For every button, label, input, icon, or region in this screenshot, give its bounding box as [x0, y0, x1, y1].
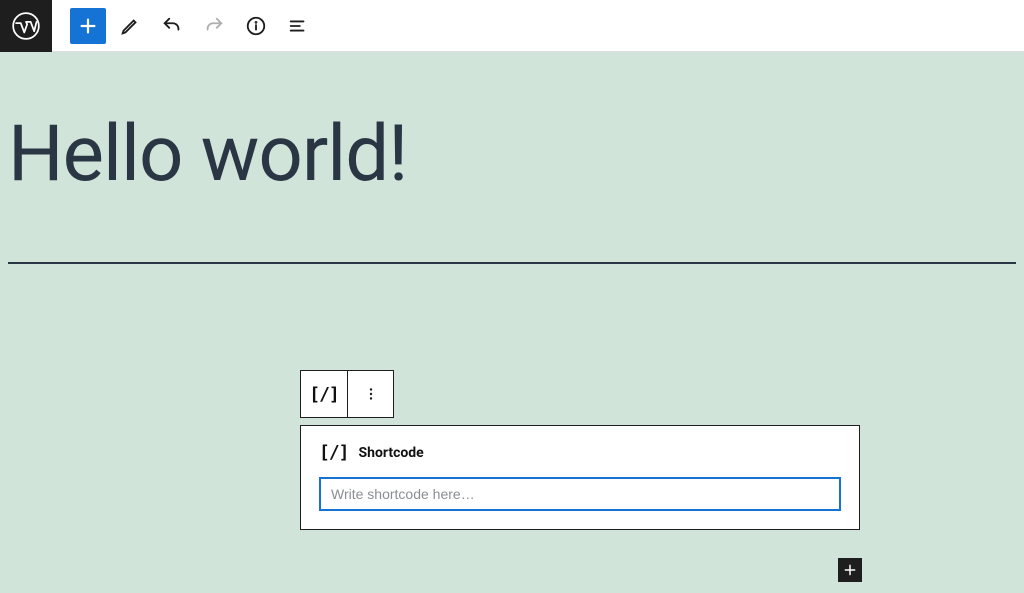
undo-icon [161, 15, 183, 37]
shortcode-block-header: [/] Shortcode [319, 442, 841, 463]
redo-icon [203, 15, 225, 37]
editor-canvas[interactable]: Hello world! [/] [/] Shortcode [0, 52, 1024, 593]
editor-topbar [0, 0, 1024, 52]
wordpress-logo[interactable] [0, 0, 52, 52]
outline-icon [287, 15, 309, 37]
shortcode-input[interactable] [319, 477, 841, 511]
pencil-icon [119, 15, 141, 37]
insert-block-button[interactable] [838, 558, 862, 582]
more-vertical-icon [362, 385, 380, 403]
block-more-button[interactable] [347, 371, 393, 417]
post-title[interactable]: Hello world! [0, 52, 1024, 208]
shortcode-icon: [/] [309, 384, 339, 405]
redo-button[interactable] [196, 8, 232, 44]
plus-icon [77, 15, 99, 37]
block-type-button[interactable]: [/] [301, 371, 347, 417]
undo-button[interactable] [154, 8, 190, 44]
shortcode-block[interactable]: [/] Shortcode [300, 425, 860, 530]
add-block-button[interactable] [70, 8, 106, 44]
shortcode-block-label: Shortcode [359, 445, 424, 461]
edit-mode-button[interactable] [112, 8, 148, 44]
separator-block[interactable] [8, 262, 1016, 264]
block-toolbar: [/] [300, 370, 394, 418]
plus-icon [842, 562, 858, 578]
info-icon [245, 15, 267, 37]
wordpress-icon [12, 12, 40, 40]
shortcode-icon: [/] [319, 442, 349, 463]
document-outline-button[interactable] [280, 8, 316, 44]
info-button[interactable] [238, 8, 274, 44]
